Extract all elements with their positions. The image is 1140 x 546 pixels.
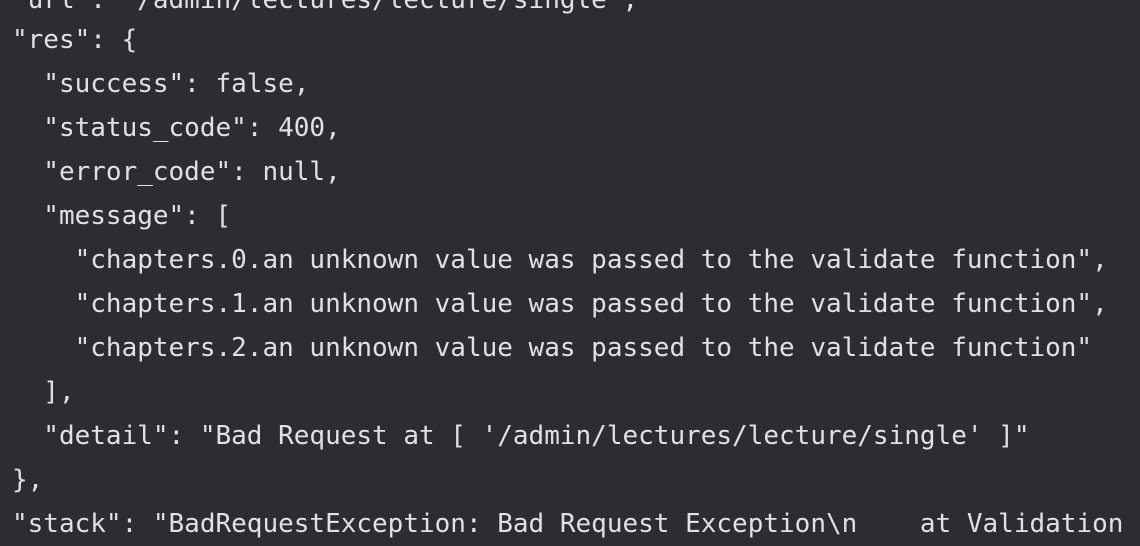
code-line-text: "chapters.2.an unknown value was passed …: [12, 333, 1093, 363]
code-line-text: "success": false,: [12, 69, 310, 99]
code-line-text: ],: [12, 377, 75, 407]
code-line-status-code: "status_code": 400,: [12, 106, 341, 150]
code-line-message-item-1: "chapters.1.an unknown value was passed …: [12, 282, 1108, 326]
code-line-text: "url": "/admin/lectures/lecture/single",: [12, 0, 639, 15]
code-line-res-open: "res": {: [12, 18, 137, 62]
code-line-text: "chapters.0.an unknown value was passed …: [12, 245, 1108, 275]
code-line-message-item-2: "chapters.2.an unknown value was passed …: [12, 326, 1092, 370]
code-line-text: "detail": "Bad Request at [ '/admin/lect…: [12, 421, 1030, 451]
code-line-text: "stack": "BadRequestException: Bad Reque…: [12, 509, 1124, 539]
code-line-text: "status_code": 400,: [12, 113, 341, 143]
code-line-stack: "stack": "BadRequestException: Bad Reque…: [12, 502, 1123, 546]
code-line-text: "res": {: [12, 25, 138, 55]
code-line-detail: "detail": "Bad Request at [ '/admin/lect…: [12, 414, 1029, 458]
code-line-text: },: [12, 465, 44, 495]
code-line-message-open: "message": [: [12, 194, 231, 238]
json-log-viewer[interactable]: "url": "/admin/lectures/lecture/single",…: [0, 0, 1140, 546]
code-line-text: "error_code": null,: [12, 157, 341, 187]
code-line-message-item-0: "chapters.0.an unknown value was passed …: [12, 238, 1108, 282]
code-line-res-close: },: [12, 458, 43, 502]
code-line-error-code: "error_code": null,: [12, 150, 341, 194]
code-line-text: "chapters.1.an unknown value was passed …: [12, 289, 1108, 319]
code-line-success: "success": false,: [12, 62, 309, 106]
code-line-text: "message": [: [12, 201, 232, 231]
code-line-message-close: ],: [12, 370, 75, 414]
